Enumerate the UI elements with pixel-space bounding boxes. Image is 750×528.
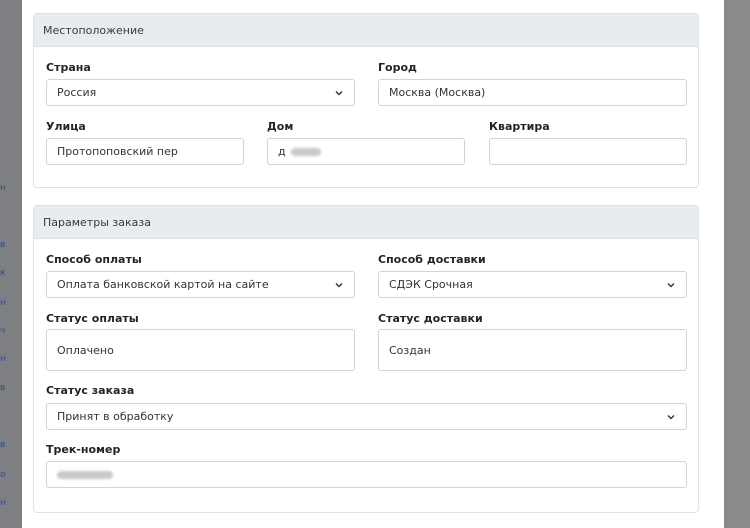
order-params-card: Параметры заказа Способ оплаты Оплата ба… [33,205,699,513]
house-input[interactable]: д [267,138,465,165]
apartment-label: Квартира [489,120,550,133]
chevron-down-icon [667,414,675,419]
apartment-input[interactable] [489,138,687,165]
payment-method-value: Оплата банковской картой на сайте [57,278,269,291]
background-link: н [0,498,6,508]
order-status-select[interactable]: Принят в обработку [46,403,687,430]
order-edit-modal: Местоположение Страна Россия Город Москв… [22,0,724,528]
chevron-down-icon [667,282,675,287]
country-label: Страна [46,61,91,74]
payment-status-label: Статус оплаты [46,312,139,325]
delivery-method-label: Способ доставки [378,253,486,266]
city-field: Город Москва (Москва) [378,61,687,109]
country-select-value: Россия [57,86,97,99]
background-link: в [0,383,6,393]
chevron-down-icon [335,90,343,95]
house-label: Дом [267,120,294,133]
street-input-value: Протопоповский пер [57,145,178,158]
payment-status-box: Оплачено [46,329,355,371]
house-input-value: д [278,145,286,158]
background-link: к [0,268,6,278]
apartment-field: Квартира [489,120,687,168]
delivery-status-box: Создан [378,329,687,371]
payment-method-select[interactable]: Оплата банковской картой на сайте [46,271,355,298]
street-field: Улица Протопоповский пер [46,120,244,168]
street-label: Улица [46,120,86,133]
order-status-value: Принят в обработку [57,410,174,423]
background-page: н в к н ч н в в о н [0,0,22,528]
background-link: н [0,183,6,193]
delivery-status-field: Статус доставки Создан [378,312,687,372]
background-link: в [0,240,6,250]
background-link: ч [0,326,6,336]
redacted-text [290,147,321,156]
background-link: н [0,354,6,364]
order-status-label: Статус заказа [46,384,135,397]
payment-status-value: Оплачено [57,343,114,357]
delivery-status-label: Статус доставки [378,312,483,325]
order-params-card-header: Параметры заказа [34,206,698,239]
city-input[interactable]: Москва (Москва) [378,79,687,106]
payment-method-field: Способ оплаты Оплата банковской картой н… [46,253,355,301]
background-link: н [0,298,6,308]
delivery-method-field: Способ доставки СДЭК Срочная [378,253,687,301]
redacted-text [57,470,113,479]
house-field: Дом д [267,120,465,168]
country-field: Страна Россия [46,61,355,109]
tracking-label: Трек-номер [46,443,121,456]
street-input[interactable]: Протопоповский пер [46,138,244,165]
payment-method-label: Способ оплаты [46,253,142,266]
country-select[interactable]: Россия [46,79,355,106]
background-link: о [0,470,6,480]
location-card-header: Местоположение [34,14,698,47]
delivery-method-value: СДЭК Срочная [389,278,473,291]
city-label: Город [378,61,417,74]
payment-status-field: Статус оплаты Оплачено [46,312,355,372]
city-input-value: Москва (Москва) [389,86,486,99]
chevron-down-icon [335,282,343,287]
tracking-field: Трек-номер [46,443,687,491]
delivery-method-select[interactable]: СДЭК Срочная [378,271,687,298]
tracking-input[interactable] [46,461,687,488]
background-link: в [0,440,6,450]
order-status-field: Статус заказа Принят в обработку [46,384,687,432]
delivery-status-value: Создан [389,343,431,357]
location-card: Местоположение Страна Россия Город Москв… [33,13,699,188]
overlay-right [724,0,750,528]
